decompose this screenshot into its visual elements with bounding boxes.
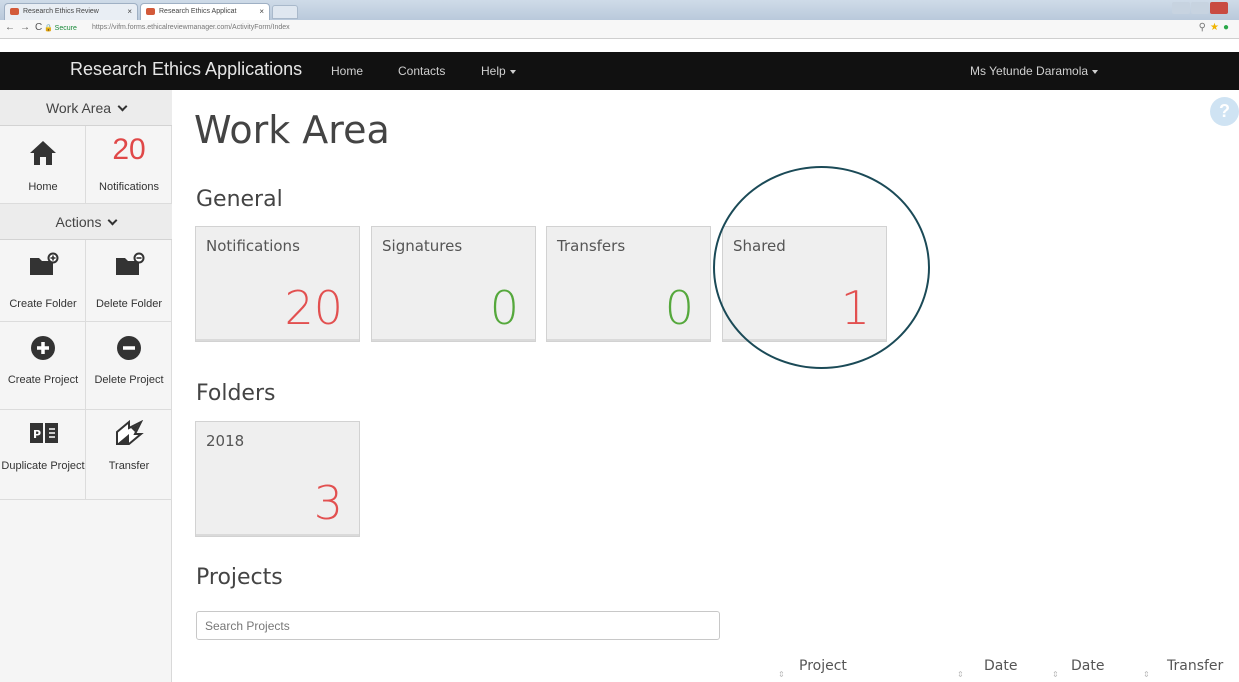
column-header-transfer[interactable]: Transfer <box>1167 658 1223 674</box>
duplicate-icon: P <box>30 423 58 443</box>
sidebar-notifications[interactable]: 20 Notifications <box>86 126 172 204</box>
address-bar: ←→C 🔒 Secure https://vifm.forms.ethicalr… <box>0 20 1239 39</box>
browser-nav-icons[interactable]: ←→C <box>5 22 47 33</box>
sort-icon[interactable]: ⇕ <box>957 670 964 679</box>
folders-heading: Folders <box>196 381 276 406</box>
nav-help[interactable]: Help <box>481 64 516 78</box>
chevron-down-icon <box>117 101 128 112</box>
caret-down-icon <box>1092 69 1099 74</box>
create-project-button[interactable]: Create Project <box>0 322 86 410</box>
extension-icon[interactable]: ● <box>1223 22 1233 33</box>
browser-tab[interactable]: Research Ethics Review × <box>4 3 138 20</box>
tile-signatures[interactable]: Signatures 0 <box>371 226 536 342</box>
transfer-button[interactable]: Transfer <box>86 410 172 500</box>
column-header-project[interactable]: Project <box>799 658 847 674</box>
nav-contacts[interactable]: Contacts <box>398 64 445 78</box>
minus-circle-icon <box>117 336 141 360</box>
sort-icon[interactable]: ⇕ <box>1143 670 1150 679</box>
transfer-icon <box>116 420 144 445</box>
chevron-down-icon <box>108 215 118 226</box>
create-folder-button[interactable]: Create Folder <box>0 240 86 322</box>
star-icon[interactable]: ★ <box>1210 22 1223 33</box>
help-icon[interactable]: ? <box>1210 97 1239 126</box>
app-navbar: Research Ethics Applications Home Contac… <box>0 52 1239 90</box>
folder-add-icon <box>30 252 59 275</box>
address-actions: ⚲★● <box>1199 22 1233 33</box>
favicon-icon <box>10 8 19 15</box>
general-heading: General <box>196 187 283 212</box>
delete-project-button[interactable]: Delete Project <box>86 322 172 410</box>
sidebar-home[interactable]: Home <box>0 126 86 204</box>
folder-remove-icon <box>116 252 145 275</box>
close-window-icon[interactable] <box>1210 2 1228 14</box>
caret-down-icon <box>509 69 516 74</box>
work-area-toggle[interactable]: Work Area <box>0 90 172 126</box>
folder-tile[interactable]: 2018 3 <box>195 421 360 537</box>
sort-icon[interactable]: ⇕ <box>1052 670 1059 679</box>
highlight-circle-annotation <box>713 166 930 369</box>
zoom-icon[interactable]: ⚲ <box>1199 22 1210 33</box>
home-icon <box>30 141 56 165</box>
user-menu[interactable]: Ms Yetunde Daramola <box>970 64 1099 78</box>
tile-transfers[interactable]: Transfers 0 <box>546 226 711 342</box>
window-controls <box>1171 1 1231 15</box>
url-field[interactable]: https://vifm.forms.ethicalreviewmanager.… <box>92 24 290 31</box>
delete-folder-button[interactable]: Delete Folder <box>86 240 172 322</box>
page-title: Work Area <box>194 108 390 152</box>
tile-notifications[interactable]: Notifications 20 <box>195 226 360 342</box>
column-header-date[interactable]: Date <box>984 658 1017 674</box>
browser-tab-bar: Research Ethics Review × Research Ethics… <box>0 0 1239 20</box>
column-header-date[interactable]: Date <box>1071 658 1104 674</box>
close-tab-icon[interactable]: × <box>259 4 264 19</box>
nav-home[interactable]: Home <box>331 64 363 78</box>
sort-icon[interactable]: ⇕ <box>778 670 785 679</box>
plus-circle-icon <box>31 336 55 360</box>
maximize-icon[interactable] <box>1191 2 1209 14</box>
browser-tab-active[interactable]: Research Ethics Applicat × <box>140 3 270 20</box>
sidebar: Work Area Home 20 Notifications Actions … <box>0 90 172 682</box>
search-projects-input[interactable] <box>196 611 720 640</box>
favicon-icon <box>146 8 155 15</box>
duplicate-project-button[interactable]: P Duplicate Project <box>0 410 86 500</box>
secure-badge[interactable]: 🔒 Secure <box>44 24 77 32</box>
brand-title[interactable]: Research Ethics Applications <box>70 59 302 80</box>
actions-toggle[interactable]: Actions <box>0 204 172 240</box>
notifications-count: 20 <box>112 133 146 166</box>
svg-text:P: P <box>33 428 41 441</box>
projects-heading: Projects <box>196 565 283 590</box>
minimize-icon[interactable] <box>1172 2 1190 14</box>
close-tab-icon[interactable]: × <box>127 4 132 19</box>
new-tab-button[interactable] <box>272 5 298 19</box>
